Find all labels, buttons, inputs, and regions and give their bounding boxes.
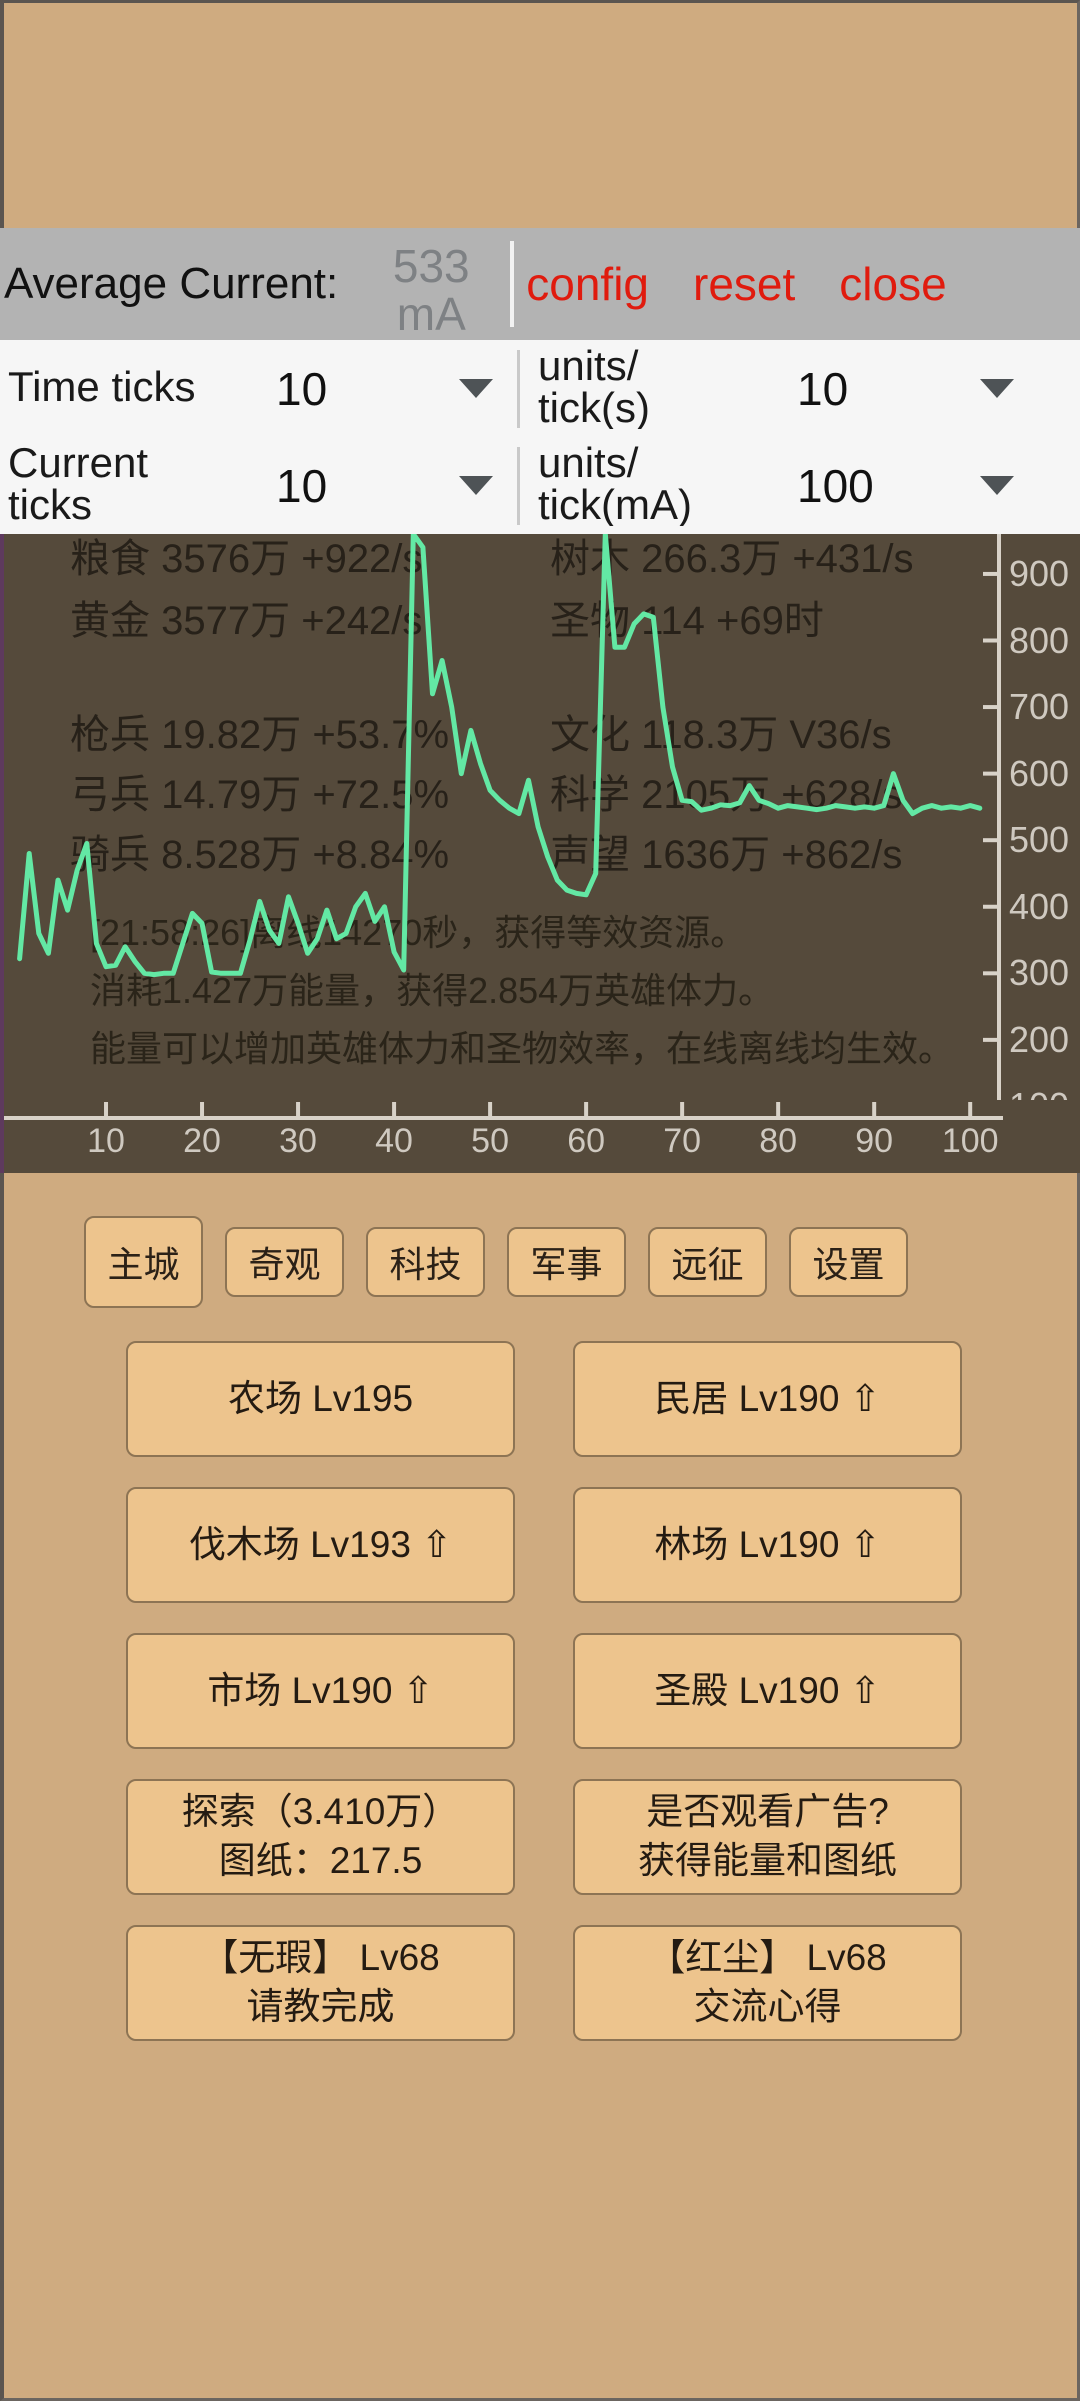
building-label: 伐木场 Lv193 ⇧ (188, 1523, 453, 1565)
y-tick-600: 600 (1009, 752, 1070, 794)
building-label: 民居 Lv190 ⇧ (654, 1377, 881, 1419)
config-panel: Time ticks 10 units/ tick(s) 10 Current … (0, 340, 1080, 534)
building-forest[interactable]: 林场 Lv190 ⇧ (573, 1487, 962, 1603)
current-ticks-label: Current ticks (8, 441, 149, 526)
chevron-down-icon (980, 476, 1014, 495)
chevron-down-icon (459, 379, 493, 398)
tab-military[interactable]: 军事 (507, 1227, 626, 1297)
x-tick-100: 100 (941, 1122, 999, 1160)
building-market[interactable]: 市场 Lv190 ⇧ (126, 1633, 515, 1749)
x-axis-svg (4, 1102, 1003, 1120)
tab-expedition[interactable]: 远征 (648, 1227, 767, 1297)
y-tick-500: 500 (1009, 819, 1070, 861)
building-label: 是否观看广告? 获得能量和图纸 (638, 1791, 897, 1881)
chevron-down-icon (459, 476, 493, 495)
chart-line (17, 534, 983, 978)
current-ticks-select[interactable]: 10 (262, 437, 517, 534)
time-ticks-select[interactable]: 10 (262, 340, 517, 437)
building-explore[interactable]: 探索（3.410万） 图纸：217.5 (126, 1779, 515, 1895)
tab-label: 设置 (812, 1244, 885, 1285)
tab-settings[interactable]: 设置 (789, 1227, 908, 1297)
building-label: 【无瑕】 Lv68 请教完成 (201, 1937, 440, 2027)
building-lumber-yard[interactable]: 伐木场 Lv193 ⇧ (126, 1487, 515, 1603)
building-watch-ad[interactable]: 是否观看广告? 获得能量和图纸 (573, 1779, 962, 1895)
tab-technology[interactable]: 科技 (366, 1227, 485, 1297)
config-button[interactable]: config (526, 257, 649, 311)
x-tick-70: 70 (663, 1122, 702, 1160)
tab-main-city[interactable]: 主城 (84, 1216, 203, 1308)
time-units-select[interactable]: 10 (783, 340, 1038, 437)
building-button-grid: 农场 Lv195 民居 Lv190 ⇧ 伐木场 Lv193 ⇧ 林场 Lv190 ⇧ 市… (4, 1341, 1080, 2041)
average-current-value-group: 533 mA (356, 239, 506, 340)
current-units-select[interactable]: 100 (783, 437, 1038, 534)
config-row-current-ticks: Current ticks 10 units/ tick(mA) 100 (0, 437, 1080, 534)
x-tick-60: 60 (567, 1122, 606, 1160)
y-tick-900: 900 (1009, 552, 1070, 594)
building-hero-wuxia[interactable]: 【无瑕】 Lv68 请教完成 (126, 1925, 515, 2041)
current-ticks-value: 10 (276, 459, 328, 512)
building-label: 林场 Lv190 ⇧ (654, 1523, 881, 1565)
building-label: 市场 Lv190 ⇧ (207, 1669, 434, 1711)
config-row-time-ticks: Time ticks 10 units/ tick(s) 10 (0, 340, 1080, 437)
x-tick-80: 80 (759, 1122, 798, 1160)
tab-label: 科技 (389, 1244, 462, 1285)
building-label: 【红尘】 Lv68 交流心得 (648, 1937, 887, 2027)
current-units-value: 100 (797, 459, 874, 512)
y-tick-300: 300 (1009, 952, 1070, 994)
x-tick-30: 30 (279, 1122, 317, 1160)
x-tick-20: 20 (183, 1122, 221, 1160)
chart-canvas (17, 534, 1001, 1173)
tab-label: 军事 (530, 1244, 603, 1285)
reset-button[interactable]: reset (693, 257, 795, 311)
time-units-label: units/ tick(s) (538, 344, 650, 429)
chart-axes (983, 534, 1001, 1173)
tab-label: 主城 (107, 1244, 180, 1285)
y-tick-800: 800 (1009, 619, 1070, 661)
x-tick-90: 90 (855, 1122, 894, 1160)
time-ticks-label: Time ticks (8, 365, 196, 408)
y-tick-200: 200 (1009, 1018, 1070, 1060)
tab-label: 远征 (671, 1244, 744, 1285)
y-tick-700: 700 (1009, 686, 1070, 728)
building-hero-hongchen[interactable]: 【红尘】 Lv68 交流心得 (573, 1925, 962, 2041)
average-current-unit: mA (396, 288, 466, 340)
current-units-label: units/ tick(mA) (538, 441, 692, 526)
chevron-down-icon (980, 379, 1014, 398)
game-panel: 主城 奇观 科技 军事 远征 设置 农场 Lv195 民居 Lv190 ⇧ 伐木场 Lv193… (0, 1173, 1080, 2401)
current-chart: 粮食 3576万 +922/s 黄金 3577万 +242/s 枪兵 19.82… (0, 534, 1080, 1173)
building-label: 农场 Lv195 (227, 1377, 414, 1419)
average-current-label: Average Current: (4, 259, 339, 308)
game-tab-bar: 主城 奇观 科技 军事 远征 设置 (4, 1216, 1080, 1308)
header-divider (510, 241, 515, 327)
x-tick-50: 50 (471, 1122, 510, 1160)
x-tick-10: 10 (87, 1122, 125, 1160)
x-tick-40: 40 (375, 1122, 413, 1160)
top-empty-area (0, 0, 1080, 228)
building-label: 圣殿 Lv190 ⇧ (654, 1669, 881, 1711)
chart-x-axis-band: 10 20 30 40 50 60 70 80 90 100 (0, 1100, 1080, 1173)
close-button[interactable]: close (839, 257, 946, 311)
building-farm[interactable]: 农场 Lv195 (126, 1341, 515, 1457)
time-ticks-value: 10 (276, 362, 328, 415)
average-current-value: 533 (392, 239, 470, 292)
tab-label: 奇观 (248, 1244, 321, 1285)
building-houses[interactable]: 民居 Lv190 ⇧ (573, 1341, 962, 1457)
tab-wonders[interactable]: 奇观 (225, 1227, 344, 1297)
time-units-value: 10 (797, 362, 849, 415)
average-current-header: Average Current: 533 mA config reset clo… (0, 228, 1080, 340)
building-temple[interactable]: 圣殿 Lv190 ⇧ (573, 1633, 962, 1749)
y-tick-400: 400 (1009, 885, 1070, 927)
building-label: 探索（3.410万） 图纸：217.5 (181, 1791, 460, 1881)
